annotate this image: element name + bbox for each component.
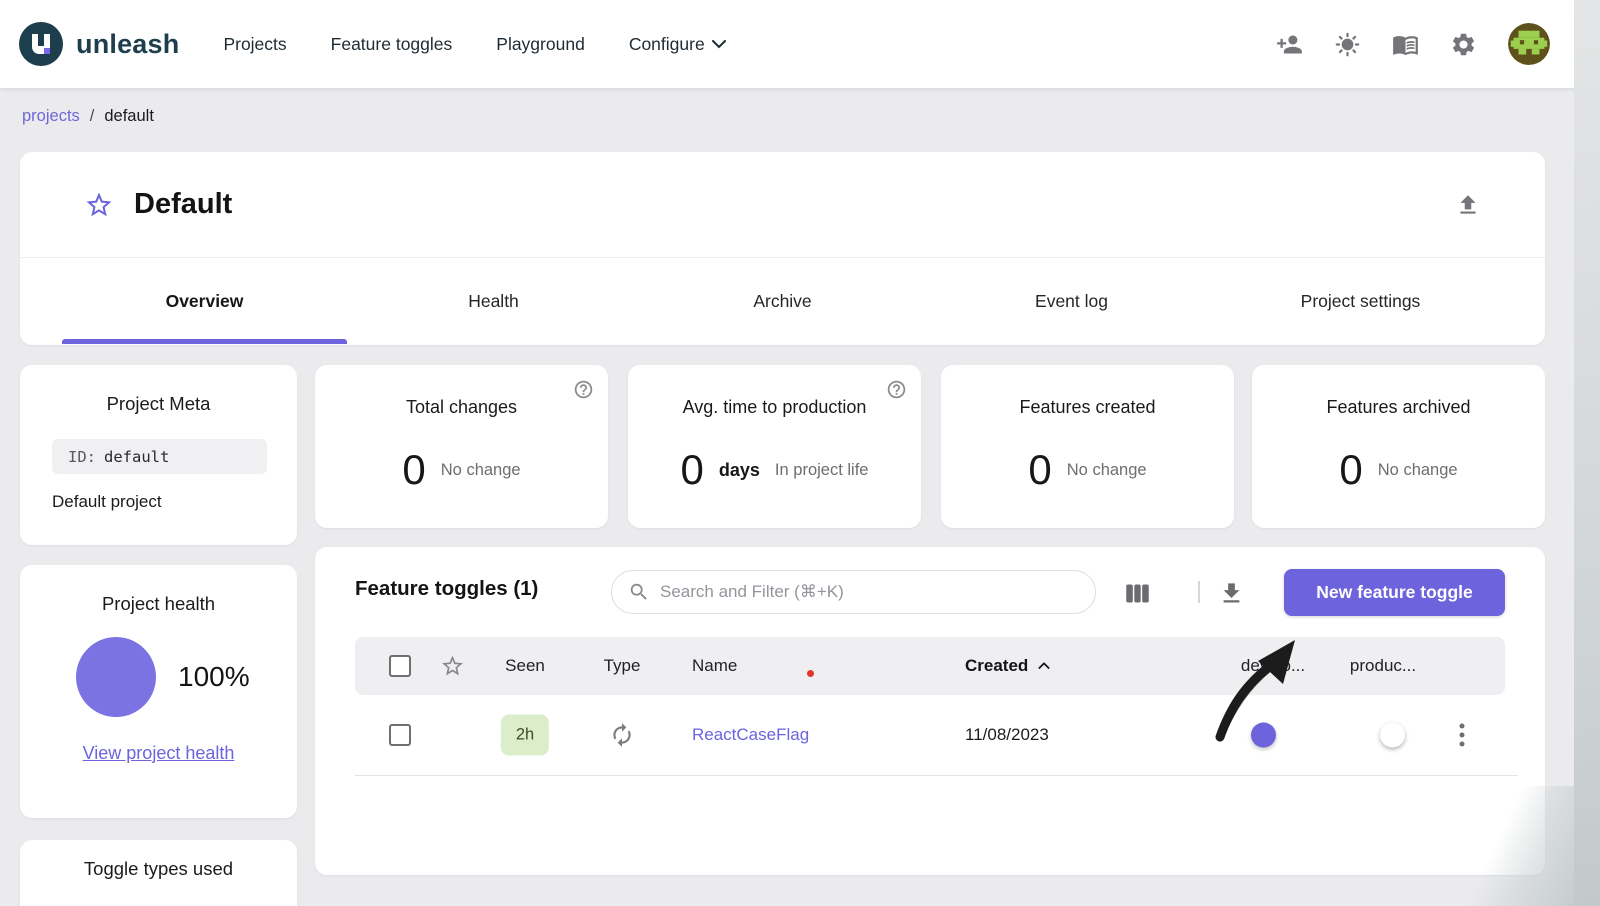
- stat-card-features-archived: Features archived 0 No change: [1252, 365, 1545, 528]
- row-checkbox[interactable]: [389, 724, 411, 746]
- col-header-created[interactable]: Created: [965, 656, 1052, 676]
- stat-value: 0: [402, 446, 425, 494]
- feature-name-link[interactable]: ReactCaseFlag: [692, 725, 809, 745]
- seen-badge[interactable]: 2h: [501, 715, 549, 756]
- favorite-star-icon[interactable]: [84, 190, 114, 220]
- stat-title: Features created: [941, 365, 1234, 418]
- project-meta-card: Project Meta ID: default Default project: [20, 365, 297, 545]
- tab-overview[interactable]: Overview: [60, 258, 349, 344]
- stat-title: Features archived: [1252, 365, 1545, 418]
- avatar[interactable]: [1508, 23, 1550, 65]
- table-row: 2h ReactCaseFlag 11/08/2023: [355, 695, 1505, 775]
- nav-feature-toggles[interactable]: Feature toggles: [331, 34, 453, 55]
- breadcrumb-separator: /: [90, 107, 95, 126]
- project-header-row: Default: [20, 152, 1545, 258]
- stat-card-total-changes: Total changes 0 No change: [315, 365, 608, 528]
- navbar-actions: [1276, 23, 1550, 65]
- feature-toggles-card: Feature toggles (1) New feature toggle S…: [315, 547, 1545, 875]
- stat-unit: days: [719, 460, 760, 481]
- settings-gear-icon[interactable]: [1450, 31, 1477, 58]
- nav-playground[interactable]: Playground: [496, 34, 585, 55]
- download-icon[interactable]: [1218, 580, 1245, 607]
- col-header-production[interactable]: produc...: [1350, 656, 1416, 676]
- project-id-chip: ID: default: [52, 439, 267, 474]
- page-title: Default: [134, 188, 232, 221]
- main-nav: Projects Feature toggles Playground Conf…: [223, 34, 725, 55]
- stat-note: No change: [1378, 461, 1458, 480]
- view-project-health-link[interactable]: View project health: [20, 743, 297, 764]
- sort-asc-icon: [1036, 658, 1052, 674]
- project-health-title: Project health: [20, 565, 297, 615]
- stat-title: Total changes: [315, 365, 608, 418]
- row-menu-kebab-icon[interactable]: [1456, 720, 1469, 751]
- col-header-name[interactable]: Name: [692, 656, 737, 676]
- breadcrumb: projects / default: [22, 107, 154, 126]
- tab-health[interactable]: Health: [349, 258, 638, 344]
- project-health-card: Project health 100% View project health: [20, 565, 297, 818]
- unleash-logo-icon: [18, 21, 64, 67]
- toolbar-divider: [1198, 581, 1200, 603]
- columns-icon[interactable]: [1124, 580, 1151, 607]
- created-date: 11/08/2023: [965, 725, 1049, 745]
- tab-event-log[interactable]: Event log: [927, 258, 1216, 344]
- help-icon[interactable]: [886, 379, 907, 400]
- breadcrumb-projects-link[interactable]: projects: [22, 107, 80, 126]
- project-description: Default project: [52, 492, 297, 512]
- export-upload-icon[interactable]: [1455, 192, 1481, 218]
- stat-card-features-created: Features created 0 No change: [941, 365, 1234, 528]
- table-header-row: Seen Type Name Created develo... produc.…: [355, 637, 1505, 695]
- toggle-types-card: Toggle types used: [20, 840, 297, 906]
- help-icon[interactable]: [573, 379, 594, 400]
- stat-card-avg-time: Avg. time to production 0 days In projec…: [628, 365, 921, 528]
- select-all-checkbox[interactable]: [389, 655, 411, 677]
- add-user-icon[interactable]: [1276, 31, 1303, 58]
- col-header-seen[interactable]: Seen: [505, 656, 545, 676]
- chevron-down-icon: [712, 40, 726, 49]
- theme-sun-icon[interactable]: [1334, 31, 1361, 58]
- star-column-icon[interactable]: [440, 654, 465, 679]
- search-icon: [628, 581, 650, 603]
- col-header-development[interactable]: develo...: [1241, 656, 1305, 676]
- row-divider: [355, 775, 1518, 776]
- nav-configure[interactable]: Configure: [629, 34, 726, 55]
- kill-switch-sync-icon: [609, 722, 635, 748]
- stat-note: In project life: [775, 461, 869, 480]
- project-meta-title: Project Meta: [20, 365, 297, 415]
- project-tabs: Overview Health Archive Event log Projec…: [20, 258, 1545, 344]
- recording-dot: [807, 670, 814, 677]
- top-navbar: unleash Projects Feature toggles Playgro…: [0, 0, 1600, 88]
- stat-value: 0: [681, 446, 704, 494]
- search-box[interactable]: [611, 570, 1096, 614]
- health-percent: 100%: [178, 661, 250, 693]
- col-header-type[interactable]: Type: [604, 656, 641, 676]
- tab-project-settings[interactable]: Project settings: [1216, 258, 1505, 344]
- project-header-card: Default Overview Health Archive Event lo…: [20, 152, 1545, 345]
- tab-archive[interactable]: Archive: [638, 258, 927, 344]
- breadcrumb-current: default: [104, 107, 154, 126]
- docs-book-icon[interactable]: [1392, 31, 1419, 58]
- stat-value: 0: [1339, 446, 1362, 494]
- search-input[interactable]: [660, 582, 1040, 602]
- stat-note: No change: [441, 461, 521, 480]
- stat-value: 0: [1028, 446, 1051, 494]
- unleash-logo[interactable]: unleash: [18, 21, 179, 67]
- toggle-types-title: Toggle types used: [20, 840, 297, 880]
- stat-note: No change: [1067, 461, 1147, 480]
- nav-projects[interactable]: Projects: [223, 34, 286, 55]
- project-id-value: default: [104, 448, 169, 466]
- stat-title: Avg. time to production: [628, 365, 921, 418]
- health-donut: [76, 637, 156, 717]
- brand-name: unleash: [76, 29, 179, 60]
- feature-toggles-title: Feature toggles (1): [355, 577, 538, 601]
- desktop-wallpaper-edge: [1574, 0, 1600, 906]
- project-id-label: ID:: [68, 448, 96, 466]
- new-feature-toggle-button[interactable]: New feature toggle: [1284, 569, 1505, 616]
